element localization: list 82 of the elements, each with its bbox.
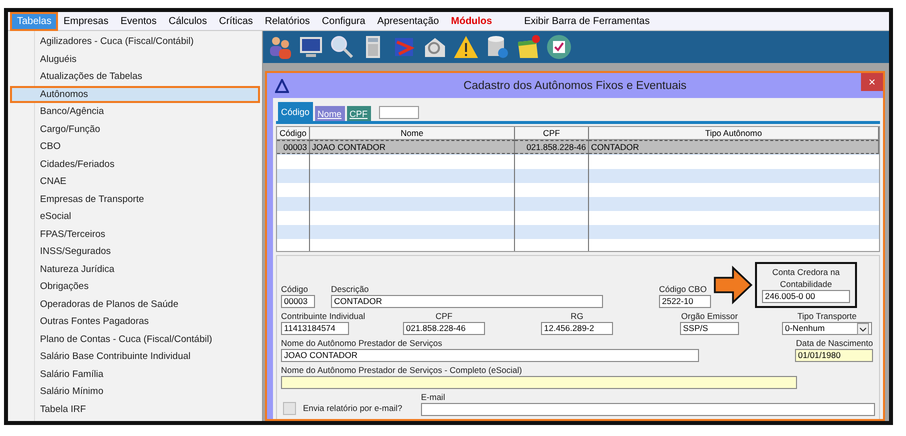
dropdown-item[interactable]: Natureza Jurídica <box>10 260 260 278</box>
checkbox-label: Envia relatório por e-mail? <box>303 403 402 414</box>
dropdown-item[interactable]: Banco/Agência <box>10 103 260 120</box>
dropdown-item[interactable]: Tabela IRF <box>10 400 260 418</box>
menu-item[interactable]: Eventos <box>115 14 162 28</box>
search-field[interactable] <box>378 106 419 119</box>
field-label: Tipo Transporte <box>797 311 857 322</box>
dropdown-item[interactable]: eSocial <box>10 208 260 226</box>
monitor-icon[interactable] <box>298 34 324 60</box>
input-field[interactable]: 00003 <box>281 295 315 308</box>
input-field[interactable]: JOAO CONTADOR <box>281 349 699 362</box>
dropdown-item[interactable]: INSS/Segurados <box>10 243 260 260</box>
input-field[interactable]: 2522-10 <box>659 295 711 308</box>
input-field[interactable]: 246.005-0 00 <box>762 290 850 303</box>
dropdown-item[interactable]: Cidades/Feriados <box>10 156 260 173</box>
field-label: Data de Nascimento <box>796 338 873 349</box>
input-field[interactable] <box>421 403 875 416</box>
people-icon[interactable] <box>267 34 293 60</box>
search-tab[interactable]: CPF <box>346 106 371 121</box>
calendar-icon[interactable] <box>515 34 541 60</box>
dropdown-item[interactable]: Empresas de Transporte <box>10 190 260 208</box>
field-label: Descrição <box>331 284 369 295</box>
input-field[interactable]: 11413184574 <box>281 322 349 335</box>
dropdown-item[interactable]: Autônomos <box>10 86 260 103</box>
table-cell[interactable]: 00003 <box>277 140 310 154</box>
search-icon[interactable] <box>329 34 355 60</box>
input-field[interactable]: SSP/S <box>680 322 739 335</box>
dropdown-item[interactable]: Salário Base Contribuinte Individual <box>10 348 260 366</box>
close-button[interactable]: × <box>861 73 883 91</box>
dropdown-item[interactable]: Agilizadores - Cuca (Fiscal/Contábil) <box>10 33 260 50</box>
dropdown-item[interactable]: Operadoras de Planos de Saúde <box>10 296 260 313</box>
dropdown-item[interactable]: Cargo/Função <box>10 120 260 138</box>
field-label: E-mail <box>421 392 446 403</box>
field-label: Código CBO <box>659 284 707 295</box>
field-label: RG <box>570 311 584 322</box>
menu-item[interactable]: Exibir Barra de Ferramentas <box>519 14 655 28</box>
column-header[interactable]: Tipo Autônomo <box>589 127 879 140</box>
column-header[interactable]: CPF <box>515 127 589 140</box>
menu-item[interactable]: Apresentação <box>372 14 444 28</box>
triangle-icon <box>275 78 289 92</box>
dropdown-item[interactable]: Salário Família <box>10 366 260 383</box>
window-title: Cadastro dos Autônomos Fixos e Eventuais <box>462 80 688 92</box>
input-field[interactable]: 12.456.289-2 <box>541 322 613 335</box>
field-label: Conta Credora na Contabilidade <box>771 266 841 290</box>
arrow-icon <box>713 265 753 305</box>
search-tab[interactable]: Código <box>278 102 313 121</box>
dropdown-field[interactable]: 0-Nenhum <box>782 322 872 335</box>
field-label: Orgão Emissor <box>681 311 738 322</box>
column-header[interactable]: Nome <box>310 127 515 140</box>
dropdown-item[interactable]: CNAE <box>10 173 260 190</box>
input-field[interactable] <box>281 376 797 389</box>
dropdown-item[interactable]: FPAS/Terceiros <box>10 226 260 243</box>
field-label: Nome do Autônomo Prestador de Serviços <box>281 338 442 349</box>
dropdown-item[interactable]: CBO <box>10 138 260 156</box>
menu-item[interactable]: Críticas <box>214 14 258 28</box>
field-label: Nome do Autônomo Prestador de Serviços - Completo (eSocial) <box>281 365 522 376</box>
table-cell[interactable]: JOAO CONTADOR <box>310 140 515 154</box>
table-cell[interactable]: 021.858.228-46 <box>515 140 589 154</box>
menu-item[interactable]: Empresas <box>58 14 114 28</box>
dropdown-item[interactable]: Plano de Contas - Cuca (Fiscal/Contábil) <box>10 330 260 348</box>
menu-item[interactable]: Configura <box>316 14 370 28</box>
checkbox[interactable] <box>283 402 296 415</box>
dropdown-item[interactable]: Aluguéis <box>10 50 260 68</box>
dropdown-item[interactable]: Outras Fontes Pagadoras <box>10 313 260 330</box>
menu-item[interactable]: Cálculos <box>164 14 212 28</box>
column-header[interactable]: Código <box>277 127 310 140</box>
dropdown-item[interactable]: Salário Mínimo <box>10 383 260 400</box>
field-label: CPF <box>436 311 452 322</box>
menu-item[interactable]: Relatórios <box>260 14 315 28</box>
search-tab[interactable]: Nome <box>314 106 345 121</box>
table-cell[interactable]: CONTADOR <box>589 140 879 154</box>
chevron-icon <box>857 322 869 334</box>
dropdown-item[interactable]: Atualizações de Tabelas <box>10 68 260 86</box>
field-label: Contribuinte Individual <box>281 311 366 322</box>
input-field[interactable]: CONTADOR <box>331 295 603 308</box>
menu-item[interactable]: Módulos <box>446 14 498 28</box>
field-label: Código <box>281 284 308 295</box>
input-field[interactable]: 01/01/1980 <box>795 349 873 362</box>
input-field[interactable]: 021.858.228-46 <box>403 322 485 335</box>
warning-icon[interactable] <box>453 34 479 60</box>
checkbox-icon[interactable] <box>546 34 572 60</box>
dropdown-item[interactable]: Obrigações <box>10 278 260 296</box>
